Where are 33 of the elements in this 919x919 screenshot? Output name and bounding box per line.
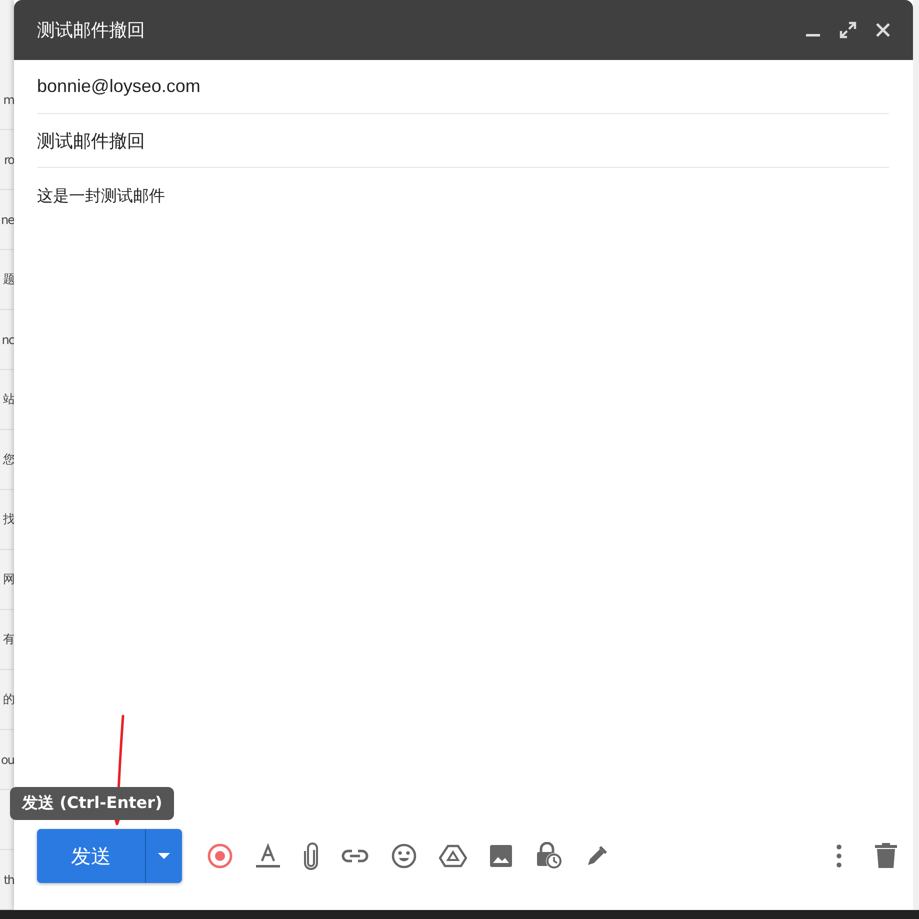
subject-field[interactable]: 测试邮件撤回 bbox=[37, 114, 889, 168]
list-text-fragment: m bbox=[3, 92, 14, 106]
close-icon[interactable] bbox=[875, 22, 891, 38]
list-text-fragment: ou bbox=[1, 752, 14, 766]
drive-icon[interactable] bbox=[439, 844, 467, 868]
expand-icon[interactable] bbox=[839, 21, 857, 39]
pen-icon[interactable] bbox=[585, 844, 609, 868]
list-text-fragment: ro bbox=[4, 152, 14, 166]
send-button[interactable]: 发送 bbox=[37, 829, 146, 883]
more-options-icon[interactable] bbox=[836, 844, 842, 868]
trash-icon[interactable] bbox=[875, 843, 897, 869]
list-text-fragment: 的 bbox=[3, 691, 14, 708]
list-text-fragment: 网 bbox=[3, 571, 14, 588]
text-format-icon[interactable] bbox=[255, 843, 281, 869]
lock-clock-icon[interactable] bbox=[535, 842, 563, 870]
list-text-fragment: 有 bbox=[3, 631, 14, 648]
list-text-fragment: 站 bbox=[3, 391, 14, 408]
window-title: 测试邮件撤回 bbox=[37, 19, 145, 42]
tooltip: 发送 (Ctrl-Enter) bbox=[10, 787, 174, 820]
body-text: 这是一封测试邮件 bbox=[37, 186, 165, 205]
list-text-fragment: 找 bbox=[3, 511, 14, 528]
image-icon[interactable] bbox=[489, 844, 513, 868]
list-text-fragment: th bbox=[4, 872, 14, 886]
caret-icon bbox=[158, 852, 170, 860]
link-icon[interactable] bbox=[341, 848, 369, 864]
smiley-icon[interactable] bbox=[391, 843, 417, 869]
list-text-fragment: 题 bbox=[3, 271, 14, 288]
list-text-fragment: ne bbox=[1, 212, 14, 226]
paperclip-icon[interactable] bbox=[303, 842, 319, 870]
list-text-fragment: 您 bbox=[3, 451, 14, 468]
recipient-field[interactable]: bonnie@loyseo.com bbox=[37, 60, 889, 114]
record-icon[interactable] bbox=[207, 843, 233, 869]
list-text-fragment: nc bbox=[2, 332, 14, 346]
